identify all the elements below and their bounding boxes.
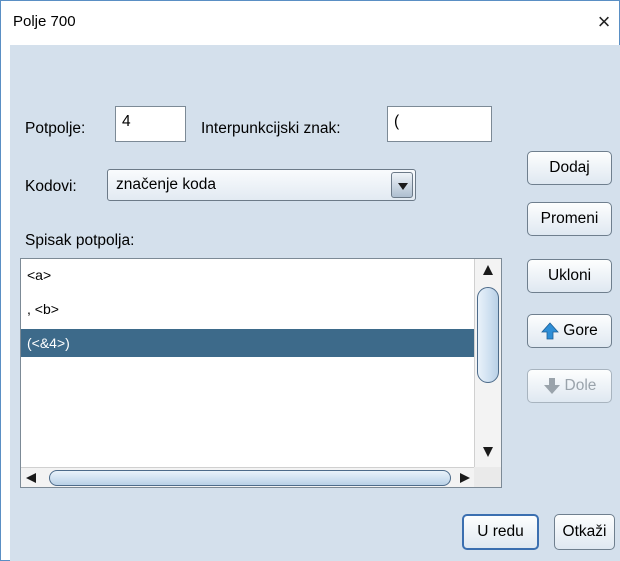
horizontal-scroll-thumb[interactable] <box>49 470 451 486</box>
window-title: Polje 700 <box>13 13 76 30</box>
scroll-down-icon[interactable] <box>475 443 501 463</box>
punctuation-label: Interpunkcijski znak: <box>201 120 341 137</box>
codes-label: Kodovi: <box>25 178 77 195</box>
scroll-left-icon[interactable] <box>21 468 48 487</box>
subfield-list[interactable]: <a> , <b> (<&4>) <box>20 258 502 488</box>
close-icon[interactable]: × <box>591 9 617 35</box>
list-item[interactable]: <a> <box>21 261 475 289</box>
subfield-label: Potpolje: <box>25 120 86 137</box>
scroll-up-icon[interactable] <box>475 259 501 279</box>
cancel-button[interactable]: Otkaži <box>554 514 615 550</box>
subfield-input[interactable]: 4 <box>115 106 186 142</box>
title-bar: Polje 700 × <box>1 1 619 45</box>
subfield-list-label: Spisak potpolja: <box>25 232 135 249</box>
vertical-scrollbar[interactable] <box>474 259 501 467</box>
remove-button-label: Ukloni <box>547 267 592 284</box>
add-button-label: Dodaj <box>549 159 590 176</box>
ok-button[interactable]: U redu <box>462 514 539 550</box>
change-button-label: Promeni <box>540 210 599 227</box>
dialog-window: Polje 700 × Potpolje: 4 Interpunkcijski … <box>0 0 620 561</box>
arrow-up-icon <box>541 322 560 340</box>
codes-selected-value: značenje koda <box>116 176 216 193</box>
codes-dropdown[interactable]: značenje koda <box>107 169 416 201</box>
scroll-corner <box>474 467 501 487</box>
punctuation-input[interactable]: ( <box>387 106 492 142</box>
move-down-button[interactable]: Dole <box>527 369 612 403</box>
change-button[interactable]: Promeni <box>527 202 612 236</box>
move-up-button-label: Gore <box>563 322 598 339</box>
list-item[interactable]: , <b> <box>21 295 475 323</box>
chevron-down-icon[interactable] <box>391 172 413 198</box>
ok-button-label: U redu <box>477 523 524 540</box>
dialog-content: Potpolje: 4 Interpunkcijski znak: ( Kodo… <box>10 45 620 561</box>
move-down-button-label: Dole <box>564 377 597 394</box>
vertical-scroll-thumb[interactable] <box>477 287 499 383</box>
remove-button[interactable]: Ukloni <box>527 259 612 293</box>
arrow-down-icon <box>543 378 560 394</box>
horizontal-scrollbar[interactable] <box>21 467 474 487</box>
add-button[interactable]: Dodaj <box>527 151 612 185</box>
list-item-selected[interactable]: (<&4>) <box>21 329 475 357</box>
move-up-button[interactable]: Gore <box>527 314 612 348</box>
cancel-button-label: Otkaži <box>562 523 607 540</box>
